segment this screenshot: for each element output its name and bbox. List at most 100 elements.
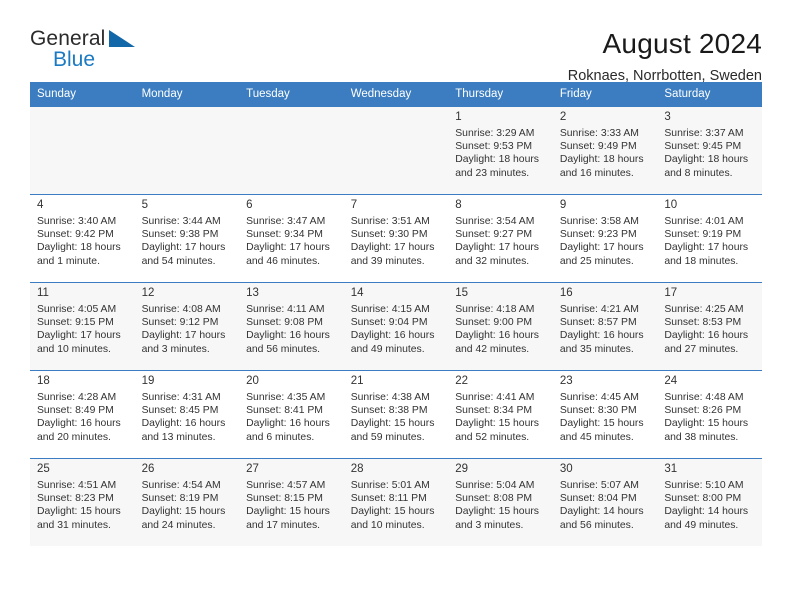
day-cell[interactable]: 4 Sunrise: 3:40 AM Sunset: 9:42 PM Dayli…	[30, 194, 135, 282]
day-cell[interactable]: 29 Sunrise: 5:04 AM Sunset: 8:08 PM Dayl…	[448, 458, 553, 546]
daylight-text-line1: Daylight: 16 hours	[664, 330, 749, 342]
sunset-text: Sunset: 8:19 PM	[141, 493, 219, 505]
day-cell[interactable]: 20 Sunrise: 4:35 AM Sunset: 8:41 PM Dayl…	[239, 370, 344, 458]
sunrise-text: Sunrise: 3:37 AM	[664, 128, 744, 139]
day-cell[interactable]: 14 Sunrise: 4:15 AM Sunset: 9:04 PM Dayl…	[343, 282, 449, 370]
daylight-text-line1: Daylight: 15 hours	[246, 506, 330, 518]
sunrise-text: Sunrise: 3:33 AM	[559, 128, 639, 139]
day-cell[interactable]: 28 Sunrise: 5:01 AM Sunset: 8:11 PM Dayl…	[343, 458, 449, 546]
day-info: Sunrise: 3:29 AM Sunset: 9:53 PM Dayligh…	[455, 127, 547, 180]
sunrise-text: Sunrise: 5:01 AM	[350, 480, 430, 491]
sunset-text: Sunset: 8:53 PM	[664, 317, 742, 329]
daylight-text-line2: and 24 minutes.	[141, 519, 216, 531]
day-cell[interactable]: 9 Sunrise: 3:58 AM Sunset: 9:23 PM Dayli…	[552, 194, 658, 282]
daylight-text-line1: Daylight: 16 hours	[350, 330, 435, 342]
sunrise-text: Sunrise: 3:58 AM	[559, 216, 639, 227]
day-cell[interactable]: 19 Sunrise: 4:31 AM Sunset: 8:45 PM Dayl…	[134, 370, 240, 458]
day-cell[interactable]: 23 Sunrise: 4:45 AM Sunset: 8:30 PM Dayl…	[552, 370, 658, 458]
day-info: Sunrise: 4:08 AM Sunset: 9:12 PM Dayligh…	[142, 303, 234, 356]
sunset-text: Sunset: 9:42 PM	[37, 229, 114, 241]
daylight-text-line1: Daylight: 14 hours	[559, 506, 644, 518]
week-row: 1 Sunrise: 3:29 AM Sunset: 9:53 PM Dayli…	[30, 106, 762, 194]
daylight-text-line1: Daylight: 17 hours	[664, 242, 749, 254]
day-number: 1	[455, 111, 462, 123]
day-info: Sunrise: 4:51 AM Sunset: 8:23 PM Dayligh…	[37, 479, 129, 532]
sunset-text: Sunset: 8:04 PM	[559, 493, 637, 505]
day-cell[interactable]: 15 Sunrise: 4:18 AM Sunset: 9:00 PM Dayl…	[448, 282, 553, 370]
day-cell[interactable]: 5 Sunrise: 3:44 AM Sunset: 9:38 PM Dayli…	[134, 194, 240, 282]
daylight-text-line2: and 32 minutes.	[455, 255, 530, 267]
day-cell[interactable]: 2 Sunrise: 3:33 AM Sunset: 9:49 PM Dayli…	[552, 106, 658, 194]
sunrise-text: Sunrise: 3:44 AM	[141, 216, 221, 227]
day-info: Sunrise: 4:54 AM Sunset: 8:19 PM Dayligh…	[142, 479, 234, 532]
page-header: General Blue August 2024 Roknaes, Norrbo…	[30, 0, 762, 85]
day-cell[interactable]: 1 Sunrise: 3:29 AM Sunset: 9:53 PM Dayli…	[448, 106, 553, 194]
day-cell-empty	[30, 106, 135, 194]
day-number: 20	[246, 375, 259, 387]
sunset-text: Sunset: 9:08 PM	[246, 317, 323, 329]
day-cell[interactable]: 11 Sunrise: 4:05 AM Sunset: 9:15 PM Dayl…	[30, 282, 135, 370]
week-row: 4 Sunrise: 3:40 AM Sunset: 9:42 PM Dayli…	[30, 194, 762, 282]
daylight-text-line1: Daylight: 16 hours	[246, 330, 330, 342]
daylight-text-line2: and 54 minutes.	[141, 255, 216, 267]
sunrise-text: Sunrise: 3:47 AM	[246, 216, 326, 227]
sunrise-text: Sunrise: 4:18 AM	[455, 304, 535, 315]
sunset-text: Sunset: 8:30 PM	[559, 405, 637, 417]
day-cell[interactable]: 6 Sunrise: 3:47 AM Sunset: 9:34 PM Dayli…	[239, 194, 344, 282]
sunset-text: Sunset: 9:49 PM	[559, 141, 637, 153]
day-cell[interactable]: 18 Sunrise: 4:28 AM Sunset: 8:49 PM Dayl…	[30, 370, 135, 458]
sunrise-text: Sunrise: 4:48 AM	[664, 392, 744, 403]
day-cell[interactable]: 30 Sunrise: 5:07 AM Sunset: 8:04 PM Dayl…	[552, 458, 658, 546]
day-cell[interactable]: 24 Sunrise: 4:48 AM Sunset: 8:26 PM Dayl…	[657, 370, 762, 458]
day-info: Sunrise: 3:44 AM Sunset: 9:38 PM Dayligh…	[142, 215, 234, 268]
daylight-text-line2: and 56 minutes.	[559, 519, 634, 531]
day-cell[interactable]: 22 Sunrise: 4:41 AM Sunset: 8:34 PM Dayl…	[448, 370, 553, 458]
day-cell[interactable]: 26 Sunrise: 4:54 AM Sunset: 8:19 PM Dayl…	[134, 458, 240, 546]
day-cell[interactable]: 7 Sunrise: 3:51 AM Sunset: 9:30 PM Dayli…	[343, 194, 449, 282]
day-number: 30	[559, 463, 573, 475]
day-number: 18	[37, 375, 50, 387]
daylight-text-line1: Daylight: 18 hours	[664, 154, 749, 166]
sunrise-text: Sunrise: 4:15 AM	[350, 304, 430, 315]
daylight-text-line1: Daylight: 16 hours	[246, 418, 330, 430]
daylight-text-line2: and 13 minutes.	[141, 431, 216, 443]
sunrise-text: Sunrise: 4:45 AM	[559, 392, 639, 403]
sunrise-text: Sunrise: 4:01 AM	[664, 216, 744, 227]
daylight-text-line2: and 25 minutes.	[559, 255, 634, 267]
day-number: 31	[664, 463, 678, 475]
day-info: Sunrise: 4:05 AM Sunset: 9:15 PM Dayligh…	[37, 303, 129, 356]
sunset-text: Sunset: 9:45 PM	[664, 141, 742, 153]
daylight-text-line2: and 56 minutes.	[246, 343, 321, 355]
location-subtitle: Roknaes, Norrbotten, Sweden	[567, 68, 762, 84]
sunrise-text: Sunrise: 5:10 AM	[664, 480, 744, 491]
general-blue-logo[interactable]: General Blue	[30, 28, 150, 74]
day-cell[interactable]: 17 Sunrise: 4:25 AM Sunset: 8:53 PM Dayl…	[657, 282, 762, 370]
day-cell[interactable]: 21 Sunrise: 4:38 AM Sunset: 8:38 PM Dayl…	[343, 370, 449, 458]
daylight-text-line2: and 31 minutes.	[37, 519, 111, 531]
sunrise-text: Sunrise: 4:21 AM	[559, 304, 639, 315]
day-info: Sunrise: 4:38 AM Sunset: 8:38 PM Dayligh…	[351, 391, 443, 444]
day-number: 28	[350, 463, 364, 475]
day-info: Sunrise: 4:28 AM Sunset: 8:49 PM Dayligh…	[37, 391, 129, 444]
day-cell[interactable]: 10 Sunrise: 4:01 AM Sunset: 9:19 PM Dayl…	[657, 194, 762, 282]
daylight-text-line1: Daylight: 17 hours	[141, 242, 226, 254]
day-number: 25	[37, 463, 50, 475]
day-cell[interactable]: 25 Sunrise: 4:51 AM Sunset: 8:23 PM Dayl…	[30, 458, 135, 546]
day-cell[interactable]: 8 Sunrise: 3:54 AM Sunset: 9:27 PM Dayli…	[448, 194, 553, 282]
weekday-header-tuesday: Tuesday	[239, 82, 344, 106]
day-cell[interactable]: 3 Sunrise: 3:37 AM Sunset: 9:45 PM Dayli…	[657, 106, 762, 194]
day-info: Sunrise: 3:54 AM Sunset: 9:27 PM Dayligh…	[455, 215, 547, 268]
sunset-text: Sunset: 9:38 PM	[141, 229, 219, 241]
daylight-text-line2: and 16 minutes.	[559, 167, 634, 179]
day-cell[interactable]: 31 Sunrise: 5:10 AM Sunset: 8:00 PM Dayl…	[657, 458, 762, 546]
daylight-text-line1: Daylight: 16 hours	[37, 418, 121, 430]
day-cell[interactable]: 13 Sunrise: 4:11 AM Sunset: 9:08 PM Dayl…	[239, 282, 344, 370]
day-cell[interactable]: 16 Sunrise: 4:21 AM Sunset: 8:57 PM Dayl…	[552, 282, 658, 370]
day-number: 11	[37, 287, 49, 299]
day-info: Sunrise: 4:48 AM Sunset: 8:26 PM Dayligh…	[664, 391, 756, 444]
daylight-text-line1: Daylight: 14 hours	[664, 506, 749, 518]
day-cell[interactable]: 12 Sunrise: 4:08 AM Sunset: 9:12 PM Dayl…	[134, 282, 240, 370]
day-number: 19	[141, 375, 155, 387]
day-cell[interactable]: 27 Sunrise: 4:57 AM Sunset: 8:15 PM Dayl…	[239, 458, 344, 546]
day-cell-empty	[343, 106, 449, 194]
